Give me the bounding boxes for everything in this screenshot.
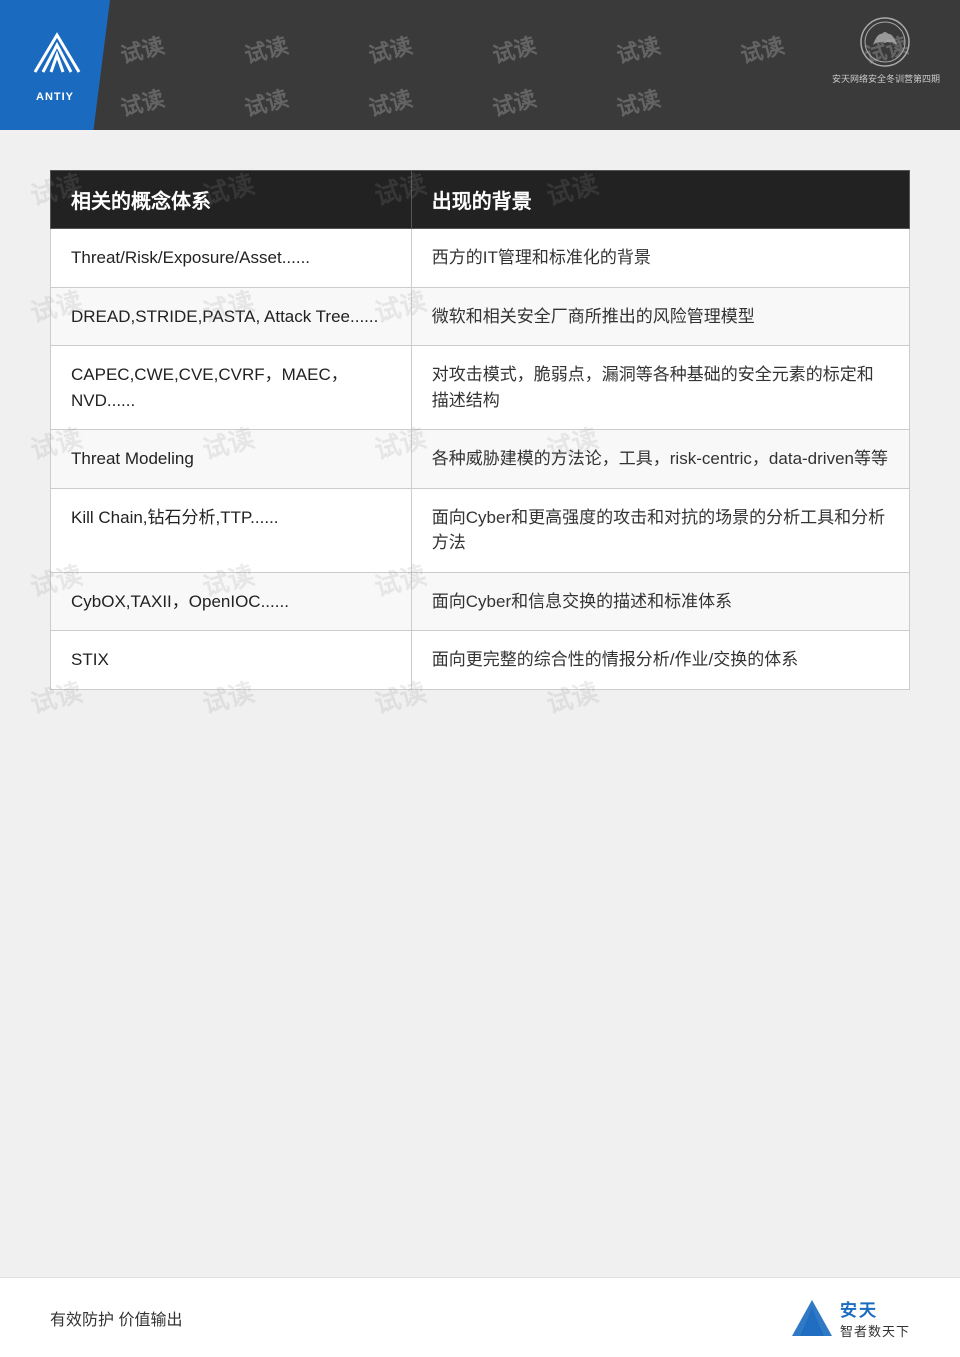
table-cell-col2: 面向Cyber和更高强度的攻击和对抗的场景的分析工具和分析方法 bbox=[411, 488, 909, 572]
table-cell-col1: Threat Modeling bbox=[51, 430, 412, 489]
table-row: Kill Chain,钻石分析,TTP......面向Cyber和更高强度的攻击… bbox=[51, 488, 910, 572]
table-cell-col2: 微软和相关安全厂商所推出的风险管理模型 bbox=[411, 287, 909, 346]
footer-logo-text-group: 安天 智者数天下 bbox=[840, 1296, 910, 1340]
table-cell-col1: CybOX,TAXII，OpenIOC...... bbox=[51, 572, 412, 631]
table-cell-col1: DREAD,STRIDE,PASTA, Attack Tree...... bbox=[51, 287, 412, 346]
table-cell-col1: STIX bbox=[51, 631, 412, 690]
main-table: 相关的概念体系 出现的背景 Threat/Risk/Exposure/Asset… bbox=[50, 170, 910, 690]
table-header-row: 相关的概念体系 出现的背景 bbox=[51, 171, 910, 229]
top-right-logo: 安天网络安全冬训营第四期 bbox=[832, 15, 940, 85]
table-cell-col2: 面向更完整的综合性的情报分析/作业/交换的体系 bbox=[411, 631, 909, 690]
top-right-subtitle: 安天网络安全冬训营第四期 bbox=[832, 72, 940, 85]
footer: 有效防护 价值输出 安天 智者数天下 bbox=[0, 1277, 960, 1357]
footer-logo-main: 安天 bbox=[840, 1296, 878, 1321]
footer-logo-sub: 智者数天下 bbox=[840, 1321, 910, 1340]
header: 试读 试读 试读 试读 试读 试读 试读 试读 试读 试读 试读 试读 ANTI… bbox=[0, 0, 960, 130]
table-cell-col2: 西方的IT管理和标准化的背景 bbox=[411, 229, 909, 288]
table-cell-col1: Kill Chain,钻石分析,TTP...... bbox=[51, 488, 412, 572]
header-watermarks: 试读 试读 试读 试读 试读 试读 试读 试读 试读 试读 试读 试读 bbox=[0, 0, 960, 130]
col1-header: 相关的概念体系 bbox=[51, 171, 412, 229]
table-cell-col2: 面向Cyber和信息交换的描述和标准体系 bbox=[411, 572, 909, 631]
table-cell-col2: 对攻击模式，脆弱点，漏洞等各种基础的安全元素的标定和描述结构 bbox=[411, 346, 909, 430]
table-cell-col2: 各种威胁建模的方法论，工具，risk-centric，data-driven等等 bbox=[411, 430, 909, 489]
top-right-logo-icon bbox=[843, 15, 928, 70]
table-cell-col1: Threat/Risk/Exposure/Asset...... bbox=[51, 229, 412, 288]
col2-header: 出现的背景 bbox=[411, 171, 909, 229]
logo-icon bbox=[25, 27, 85, 87]
footer-logo-icon bbox=[792, 1300, 832, 1336]
table-row: STIX面向更完整的综合性的情报分析/作业/交换的体系 bbox=[51, 631, 910, 690]
table-cell-col1: CAPEC,CWE,CVE,CVRF，MAEC，NVD...... bbox=[51, 346, 412, 430]
table-row: Threat Modeling各种威胁建模的方法论，工具，risk-centri… bbox=[51, 430, 910, 489]
footer-tagline: 有效防护 价值输出 bbox=[50, 1306, 182, 1330]
table-row: CybOX,TAXII，OpenIOC......面向Cyber和信息交换的描述… bbox=[51, 572, 910, 631]
footer-logo-area: 安天 智者数天下 bbox=[792, 1296, 910, 1340]
table-row: CAPEC,CWE,CVE,CVRF，MAEC，NVD......对攻击模式，脆… bbox=[51, 346, 910, 430]
table-row: DREAD,STRIDE,PASTA, Attack Tree......微软和… bbox=[51, 287, 910, 346]
table-body: Threat/Risk/Exposure/Asset......西方的IT管理和… bbox=[51, 229, 910, 690]
logo-label: ANTIY bbox=[36, 91, 74, 103]
main-content: 试读 试读 试读 试读 试读 试读 试读 试读 试读 试读 试读 试读 试读 试… bbox=[0, 130, 960, 720]
table-row: Threat/Risk/Exposure/Asset......西方的IT管理和… bbox=[51, 229, 910, 288]
logo-box: ANTIY bbox=[0, 0, 110, 130]
